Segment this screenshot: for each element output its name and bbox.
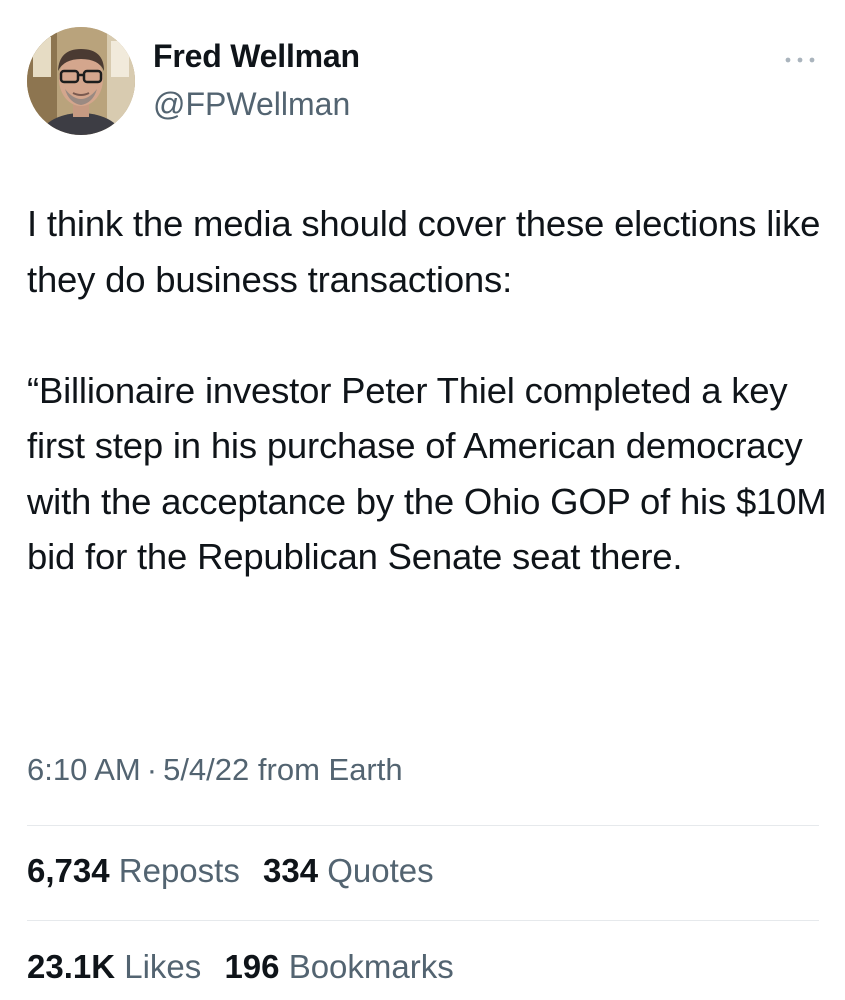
divider — [27, 825, 819, 826]
bookmarks-stat[interactable]: 196 Bookmarks — [224, 948, 453, 986]
quotes-count: 334 — [263, 852, 319, 889]
ellipsis-icon — [785, 57, 815, 63]
bookmarks-count: 196 — [224, 948, 280, 985]
profile-photo — [27, 27, 135, 135]
author-handle[interactable]: @FPWellman — [153, 86, 350, 123]
tweet-date[interactable]: 5/4/22 — [163, 752, 249, 787]
engagement-row: 6,734 Reposts 334 Quotes — [27, 852, 448, 890]
tweet-metadata: 6:10 AM · 5/4/22 from Earth — [27, 752, 403, 788]
tweet-detail: Fred Wellman @FPWellman I think the medi… — [0, 0, 845, 1000]
quotes-stat[interactable]: 334 Quotes — [263, 852, 434, 890]
likes-stat[interactable]: 23.1K Likes — [27, 948, 201, 986]
divider — [27, 920, 819, 921]
likes-label: Likes — [124, 948, 202, 985]
reposts-stat[interactable]: 6,734 Reposts — [27, 852, 240, 890]
likes-count: 23.1K — [27, 948, 116, 985]
engagement-row: 23.1K Likes 196 Bookmarks — [27, 948, 468, 986]
tweet-paragraph: I think the media should cover these ele… — [27, 203, 821, 300]
tweet-source: from Earth — [257, 752, 403, 787]
avatar[interactable] — [27, 27, 135, 135]
tweet-text: I think the media should cover these ele… — [27, 196, 827, 585]
quotes-label: Quotes — [327, 852, 434, 889]
author-display-name[interactable]: Fred Wellman — [153, 38, 360, 75]
tweet-paragraph: “Billionaire investor Peter Thiel comple… — [27, 369, 827, 578]
meta-separator: · — [146, 752, 158, 787]
reposts-count: 6,734 — [27, 852, 110, 889]
more-options-button[interactable] — [778, 46, 822, 74]
reposts-label: Reposts — [118, 852, 240, 889]
tweet-time[interactable]: 6:10 AM — [27, 752, 141, 787]
bookmarks-label: Bookmarks — [288, 948, 454, 985]
